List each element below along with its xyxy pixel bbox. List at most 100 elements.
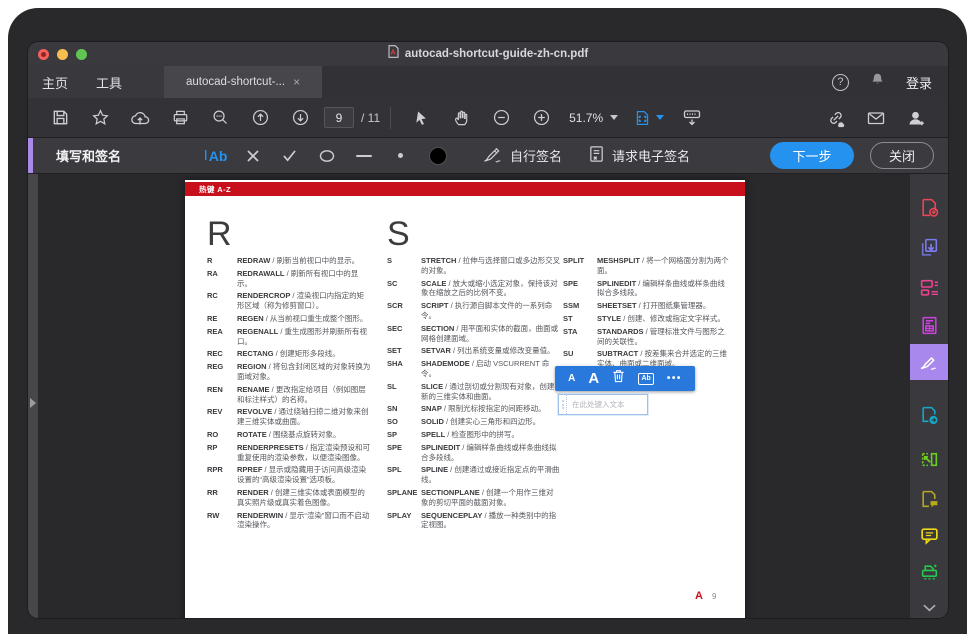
shortcut-entry: SPLAYSEQUENCEPLAY / 播放一种类别中的指定视图。 — [387, 511, 561, 531]
text-style-icon[interactable]: Ab — [638, 373, 653, 385]
shortcut-entry: REVREVOLVE / 通过绕轴扫掠二维对象来创建三维实体或曲面。 — [207, 407, 371, 427]
shortcut-entry: RWRENDERWIN / 显示“渲染”窗口而不启动渲染操作。 — [207, 511, 371, 531]
check-annotation-icon[interactable] — [271, 142, 308, 170]
add-account-icon[interactable] — [896, 104, 936, 132]
zoom-in-icon[interactable] — [521, 104, 561, 132]
hand-tool-icon[interactable] — [441, 104, 481, 132]
export-pdf-icon[interactable] — [910, 233, 948, 261]
circle-annotation-icon[interactable] — [308, 142, 345, 170]
next-step-button[interactable]: 下一步 — [770, 142, 854, 169]
tab-close-icon[interactable]: × — [293, 75, 300, 89]
shortcut-column-s2: SPLITMESHSPLIT / 将一个网格面分割为两个面。SPESPLINED… — [563, 256, 731, 372]
sign-in-button[interactable]: 登录 — [906, 73, 932, 92]
print-production-icon[interactable] — [910, 558, 948, 586]
shortcut-entry: SLSLICE / 通过剖切或分割现有对象，创建新的三维实体和曲面。 — [387, 382, 561, 402]
page-fit-dropdown[interactable] — [626, 109, 672, 127]
signature-document-icon — [588, 145, 605, 166]
page-header-bar: 热键 A-Z — [185, 182, 745, 196]
page-footer: A 9 — [695, 590, 716, 602]
next-page-icon[interactable] — [280, 104, 320, 132]
tab-tools[interactable]: 工具 — [82, 66, 136, 98]
sign-yourself-label: 自行签名 — [510, 146, 562, 165]
shortcut-entry: ROROTATE / 围绕基点旋转对象。 — [207, 430, 371, 440]
tab-document[interactable]: autocad-shortcut-... × — [164, 66, 322, 98]
titlebar: A autocad-shortcut-guide-zh-cn.pdf — [28, 42, 948, 66]
shortcut-entry: REAREGENALL / 重生成图形并刷新所有视口。 — [207, 327, 371, 347]
tab-document-label: autocad-shortcut-... — [186, 76, 285, 88]
tab-bar: 主页 工具 autocad-shortcut-... × ? 登录 — [28, 66, 948, 98]
shortcut-entry: REREGEN / 从当前视口重生成整个图形。 — [207, 314, 371, 324]
shortcut-entry: RCRENDERCROP / 渲染视口内指定的矩形区域（称为修剪窗口）。 — [207, 291, 371, 311]
doc-comment-icon[interactable] — [910, 485, 948, 513]
sign-yourself-button[interactable]: 自行签名 — [482, 145, 562, 167]
left-panel-strip[interactable] — [28, 174, 38, 618]
shortcut-entry: REGREGION / 将包含封闭区域的对象转换为面域对象。 — [207, 362, 371, 382]
zoom-window-button[interactable] — [76, 49, 87, 60]
fill-and-sign-tool-active[interactable] — [910, 344, 948, 380]
select-tool-icon[interactable] — [401, 104, 441, 132]
close-fill-sign-button[interactable]: 关闭 — [870, 142, 934, 169]
increase-font-icon[interactable]: A — [588, 370, 599, 387]
content-area: 热键 A-Z RRREDRAW / 刷新当前视口中的显示。RAREDRAWALL… — [28, 174, 948, 618]
shortcut-column-s: SSSTRETCH / 拉伸与选择窗口或多边形交叉的对象。SCSCALE / 放… — [387, 216, 561, 533]
tools-sidebar — [910, 174, 948, 618]
notifications-bell-icon[interactable] — [869, 71, 886, 93]
add-text-tool-icon[interactable]: IAb — [197, 142, 234, 170]
dot-annotation-icon[interactable] — [382, 142, 419, 170]
request-signatures-icon[interactable] — [910, 401, 948, 429]
star-favorite-icon[interactable] — [80, 104, 120, 132]
more-tools-chevron-icon[interactable] — [910, 598, 948, 618]
fill-sign-title: 填写和签名 — [56, 146, 121, 165]
previous-page-icon[interactable] — [240, 104, 280, 132]
collapse-toolbar-icon[interactable] — [672, 104, 712, 132]
close-window-button[interactable] — [38, 49, 49, 60]
save-icon[interactable] — [40, 104, 80, 132]
drag-handle-icon[interactable] — [559, 395, 567, 414]
shortcut-entry: SPLANESECTIONPLANE / 创建一个用作三维对象的剪切平面的截面对… — [387, 488, 561, 508]
shortcut-entry: RAREDRAWALL / 刷新所有视口中的显示。 — [207, 269, 371, 289]
share-link-icon[interactable] — [816, 104, 856, 132]
document-viewport[interactable]: 热键 A-Z RRREDRAW / 刷新当前视口中的显示。RAREDRAWALL… — [38, 174, 910, 618]
shortcut-entry: STASTANDARDS / 管理标准文件与图形之间的关联性。 — [563, 327, 731, 347]
zoom-level-dropdown[interactable]: 51.7% — [561, 111, 626, 125]
search-icon[interactable] — [200, 104, 240, 132]
shortcut-entry: SETSETVAR / 列出系统变量或修改变量值。 — [387, 346, 561, 356]
tab-home[interactable]: 主页 — [28, 66, 82, 98]
share-cloud-icon[interactable] — [120, 104, 160, 132]
autocad-logo: A — [695, 590, 703, 602]
main-toolbar: 9 / 11 51.7% — [28, 98, 948, 138]
shortcut-entry: RPRENDERPRESETS / 指定渲染预设和可重复使用的渲染参数，以便渲染… — [207, 443, 371, 463]
request-signature-button[interactable]: 请求电子签名 — [588, 145, 690, 166]
pdf-file-icon: A — [388, 45, 399, 63]
comment-icon[interactable] — [910, 521, 948, 549]
minimize-window-button[interactable] — [57, 49, 68, 60]
scan-and-ocr-icon[interactable] — [910, 445, 948, 473]
section-heading: R — [207, 216, 371, 256]
shortcut-entry: RENRENAME / 更改指定给项目（例如图层和标注样式）的名称。 — [207, 385, 371, 405]
delete-annotation-icon[interactable] — [612, 369, 625, 388]
pen-nib-icon — [482, 145, 503, 167]
cross-annotation-icon[interactable] — [234, 142, 271, 170]
filled-dot-annotation-icon[interactable] — [419, 142, 456, 170]
shortcut-entry: SPESPLINEDIT / 编辑样条曲线或样条曲线拟合多线段。 — [563, 279, 731, 299]
prepare-form-icon[interactable] — [910, 311, 948, 339]
shortcut-entry: SPESPLINEDIT / 编辑样条曲线或样条曲线拟合多段线。 — [387, 443, 561, 463]
inline-text-input[interactable]: 在此处键入文本 — [558, 394, 648, 415]
print-icon[interactable] — [160, 104, 200, 132]
organize-pages-icon[interactable] — [910, 273, 948, 301]
shortcut-entry: SOSOLID / 创建实心三角形和四边形。 — [387, 417, 561, 427]
zoom-out-icon[interactable] — [481, 104, 521, 132]
create-pdf-icon[interactable] — [910, 193, 948, 221]
text-input-placeholder: 在此处键入文本 — [572, 399, 625, 410]
expand-panel-arrow-icon[interactable] — [30, 398, 36, 408]
line-annotation-icon[interactable] — [345, 142, 382, 170]
window-title: autocad-shortcut-guide-zh-cn.pdf — [405, 48, 588, 60]
help-icon[interactable]: ? — [832, 74, 849, 91]
page-number-input[interactable]: 9 — [324, 107, 354, 128]
shortcut-entry: STSTYLE / 创建、修改或指定文字样式。 — [563, 314, 731, 324]
more-options-icon[interactable]: ••• — [667, 373, 682, 384]
decrease-font-icon[interactable]: A — [568, 373, 575, 384]
shortcut-entry: SECSECTION / 用平面和实体的截面，曲面或网格创建面域。 — [387, 324, 561, 344]
shortcut-entry: SPLSPLINE / 创建通过或接近指定点的平滑曲线。 — [387, 465, 561, 485]
email-icon[interactable] — [856, 104, 896, 132]
